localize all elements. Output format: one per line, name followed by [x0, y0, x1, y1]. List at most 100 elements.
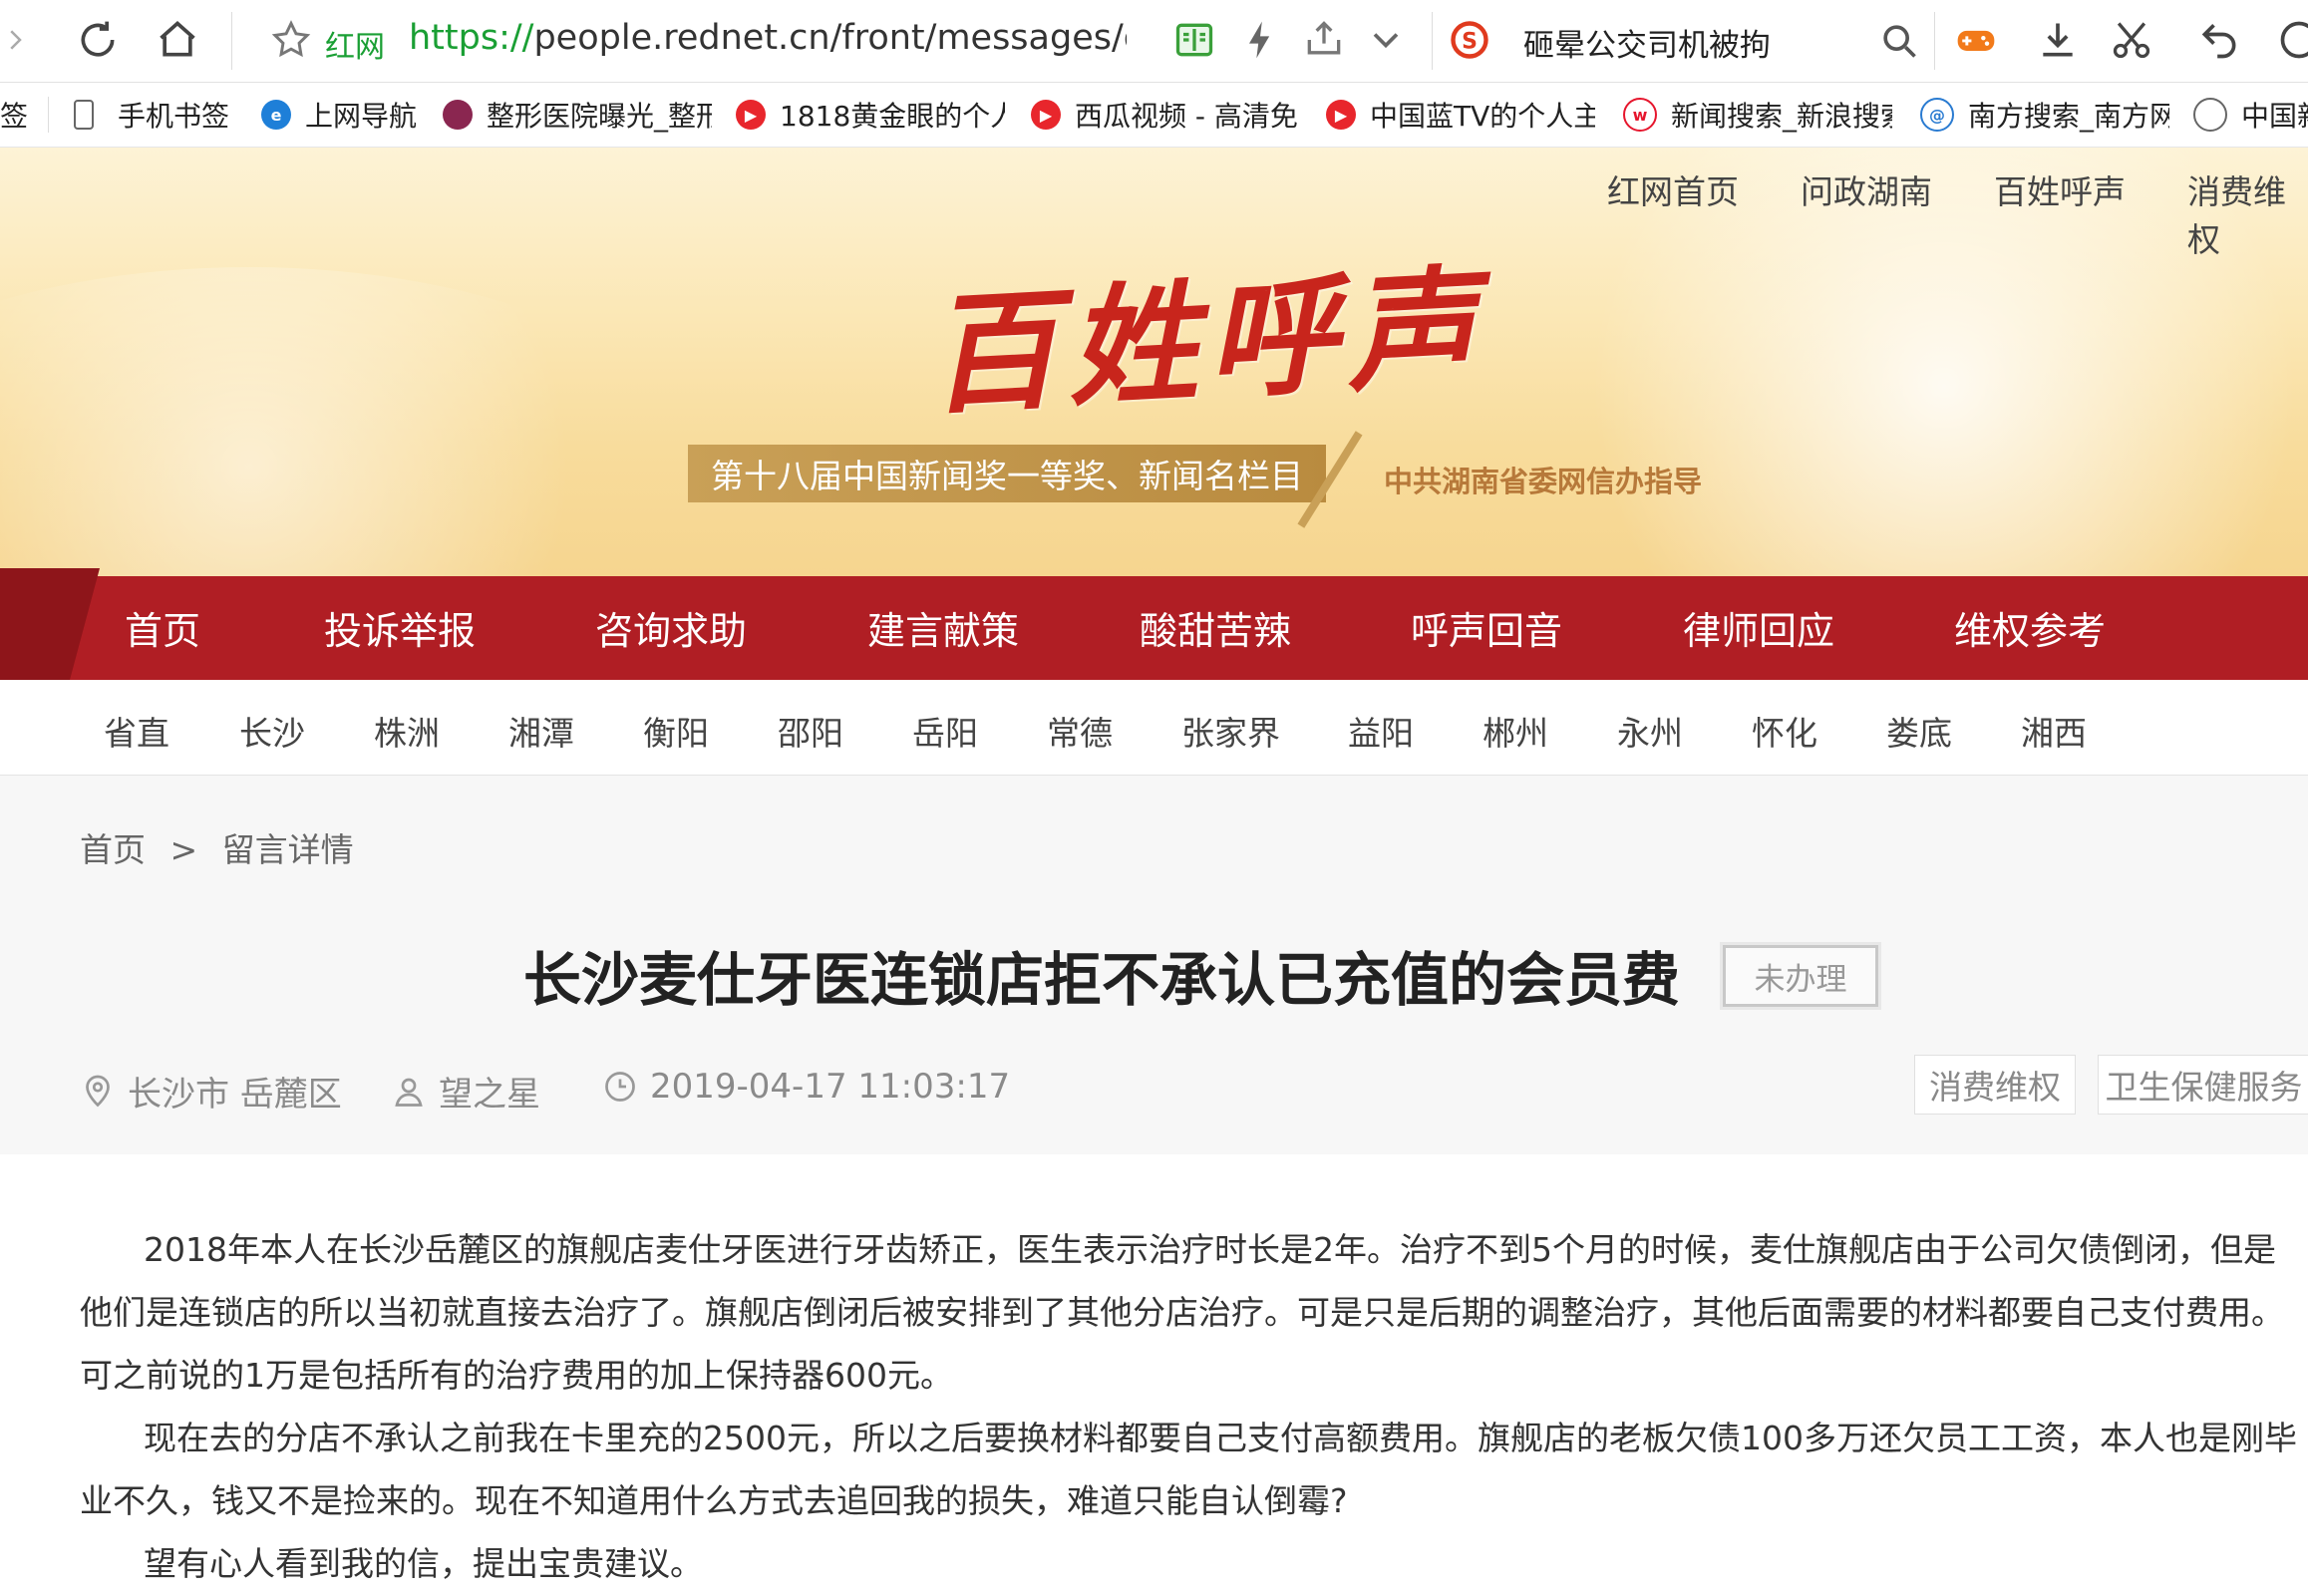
play-icon: ▶: [736, 100, 766, 130]
lightning-icon[interactable]: [1234, 14, 1286, 66]
banner-glow: [0, 267, 698, 576]
browser-toolbar: 红网 https://people.rednet.cn/front/messag…: [0, 0, 2308, 83]
share-icon[interactable]: [1298, 14, 1350, 66]
globe-icon: [2193, 98, 2227, 132]
breadcrumb-separator: >: [169, 830, 198, 869]
post-time: 2019-04-17 11:03:17: [650, 1067, 1011, 1107]
meta-location: 长沙市 岳麓区: [80, 1067, 342, 1116]
guide-text: 中共湖南省委网信办指导: [1384, 465, 1703, 498]
nav-stories[interactable]: 酸甜苦辣: [1140, 600, 1291, 655]
meta-time: 2019-04-17 11:03:17: [602, 1067, 1010, 1107]
search-icon[interactable]: [1872, 14, 1924, 66]
meta-author: 望之星: [391, 1067, 540, 1116]
city-huaihua[interactable]: 怀化: [1752, 707, 1817, 755]
bookmark-item-china[interactable]: 中国新: [2193, 93, 2308, 137]
nav-consult[interactable]: 咨询求助: [595, 600, 747, 655]
body-paragraph: 2018年本人在长沙岳麓区的旗舰店麦仕牙医进行牙齿矫正，医生表示治疗时长是2年。…: [80, 1230, 2284, 1395]
city-yueyang[interactable]: 岳阳: [912, 707, 978, 755]
play-icon: ▶: [1031, 100, 1061, 130]
location-text: 长沙市 岳麓区: [128, 1075, 342, 1115]
svg-text:S: S: [1462, 29, 1478, 54]
forward-icon[interactable]: [0, 14, 30, 66]
city-loudi[interactable]: 娄底: [1886, 707, 1952, 755]
star-icon[interactable]: [265, 14, 317, 66]
city-zhangjiajie[interactable]: 张家界: [1181, 707, 1280, 755]
breadcrumb-current: 留言详情: [221, 830, 354, 869]
bookmark-item-southcn[interactable]: @ 南方搜索_南方网: [1920, 93, 2169, 137]
city-xiangtan[interactable]: 湘潭: [508, 707, 574, 755]
top-link-wenzheng[interactable]: 问政湖南: [1801, 165, 1932, 213]
top-link-baixing[interactable]: 百姓呼声: [1994, 165, 2126, 213]
banner-title: 百姓呼声: [923, 250, 1490, 433]
home-icon[interactable]: [152, 14, 203, 66]
nav-echo[interactable]: 呼声回音: [1411, 600, 1562, 655]
toolbar-divider: [231, 12, 232, 70]
chevron-down-icon[interactable]: [1360, 14, 1412, 66]
undo-icon[interactable]: [2193, 14, 2245, 66]
site-icon: [443, 100, 473, 130]
message-body: 2018年本人在长沙岳麓区的旗舰店麦仕牙医进行牙齿矫正，医生表示治疗时长是2年。…: [80, 1218, 2303, 1595]
bookmark-item[interactable]: 签: [0, 93, 30, 137]
city-hengyang[interactable]: 衡阳: [643, 707, 709, 755]
sogou-search-icon[interactable]: S: [1444, 14, 1495, 66]
bookmark-item-navigation[interactable]: e 上网导航: [261, 93, 431, 137]
reader-icon[interactable]: [1168, 14, 1220, 66]
site-label: 红网: [325, 30, 385, 65]
body-paragraph: 望有心人看到我的信，提出宝贵建议。: [144, 1544, 703, 1583]
main-nav: 首页 投诉举报 咨询求助 建言献策 酸甜苦辣 呼声回音 律师回应 维权参考: [0, 568, 2308, 680]
tag-health-service[interactable]: 卫生保健服务: [2098, 1055, 2308, 1115]
clock-icon: [605, 1072, 635, 1102]
url-protocol: https://: [409, 18, 534, 58]
bookmark-divider: [48, 97, 49, 133]
city-shaoyang[interactable]: 邵阳: [778, 707, 843, 755]
gamepad-icon[interactable]: [1950, 14, 2002, 66]
city-zhuzhou[interactable]: 株洲: [374, 707, 440, 755]
play-icon: ▶: [1326, 100, 1356, 130]
city-changsha[interactable]: 长沙: [239, 707, 305, 755]
city-yongzhou[interactable]: 永州: [1617, 707, 1683, 755]
city-nav: 省直 长沙 株洲 湘潭 衡阳 邵阳 岳阳 常德 张家界 益阳 郴州 永州 怀化 …: [0, 681, 2308, 776]
bookmark-item-sina[interactable]: w 新闻搜索_新浪搜索: [1623, 93, 1892, 137]
city-shengzhi[interactable]: 省直: [104, 707, 169, 755]
site-banner: 红网首页 问政湖南 百姓呼声 消费维权 百姓呼声 第十八届中国新闻奖一等奖、新闻…: [0, 148, 2308, 576]
body-paragraph: 现在去的分店不承认之前我在卡里充的2500元，所以之后要换材料都要自己支付高额费…: [80, 1419, 2297, 1520]
nav-suggestion[interactable]: 建言献策: [867, 600, 1019, 655]
bookmark-item-zgltv[interactable]: ▶ 中国蓝TV的个人主: [1326, 93, 1595, 137]
weibo-icon: w: [1623, 98, 1657, 132]
toolbar-divider: [1934, 12, 1935, 70]
breadcrumb: 首页 > 留言详情: [80, 823, 354, 871]
user-icon: [395, 1078, 423, 1107]
bookmark-item-xigua[interactable]: ▶ 西瓜视频 - 高清免: [1031, 93, 1300, 137]
status-badge: 未办理: [1723, 945, 1878, 1007]
location-pin-icon: [86, 1075, 110, 1107]
nav-complaint[interactable]: 投诉举报: [324, 600, 476, 655]
swirl-icon: @: [1920, 98, 1954, 132]
author-name: 望之星: [439, 1075, 540, 1115]
phone-icon: [74, 100, 94, 130]
nav-home[interactable]: 首页: [125, 600, 200, 655]
account-icon[interactable]: [2273, 14, 2308, 66]
award-ribbon: 第十八届中国新闻奖一等奖、新闻名栏目: [688, 445, 1326, 502]
tag-consumer-rights[interactable]: 消费维权: [1914, 1055, 2076, 1115]
reload-icon[interactable]: [72, 14, 124, 66]
bookmark-item-plastic[interactable]: 整形医院曝光_整形: [443, 93, 712, 137]
breadcrumb-home[interactable]: 首页: [80, 830, 146, 869]
page-title: 长沙麦仕牙医连锁店拒不承认已充值的会员费: [523, 946, 1681, 1014]
bookmark-item-1818[interactable]: ▶ 1818黄金眼的个人: [736, 93, 1005, 137]
download-icon[interactable]: [2032, 14, 2084, 66]
city-yiyang[interactable]: 益阳: [1348, 707, 1414, 755]
bookmark-bar: 签 手机书签 e 上网导航 整形医院曝光_整形 ▶ 1818黄金眼的个人 ▶ 西…: [0, 83, 2308, 148]
nav-rights[interactable]: 维权参考: [1954, 600, 2106, 655]
search-input[interactable]: 砸晕公交司机被拘: [1523, 20, 1771, 65]
nav-left-tab: [0, 568, 100, 680]
scissors-icon[interactable]: [2106, 14, 2157, 66]
nav-lawyer[interactable]: 律师回应: [1683, 600, 1834, 655]
top-link-consumer[interactable]: 消费维权: [2187, 165, 2308, 261]
toolbar-divider: [1432, 12, 1433, 70]
top-link-rednet-home[interactable]: 红网首页: [1607, 165, 1739, 213]
city-chenzhou[interactable]: 郴州: [1483, 707, 1548, 755]
city-xiangxi[interactable]: 湘西: [2021, 707, 2087, 755]
address-bar[interactable]: https://people.rednet.cn/front/messages/…: [409, 18, 1127, 58]
city-changde[interactable]: 常德: [1047, 707, 1113, 755]
bookmark-item-mobile[interactable]: 手机书签: [74, 93, 243, 137]
